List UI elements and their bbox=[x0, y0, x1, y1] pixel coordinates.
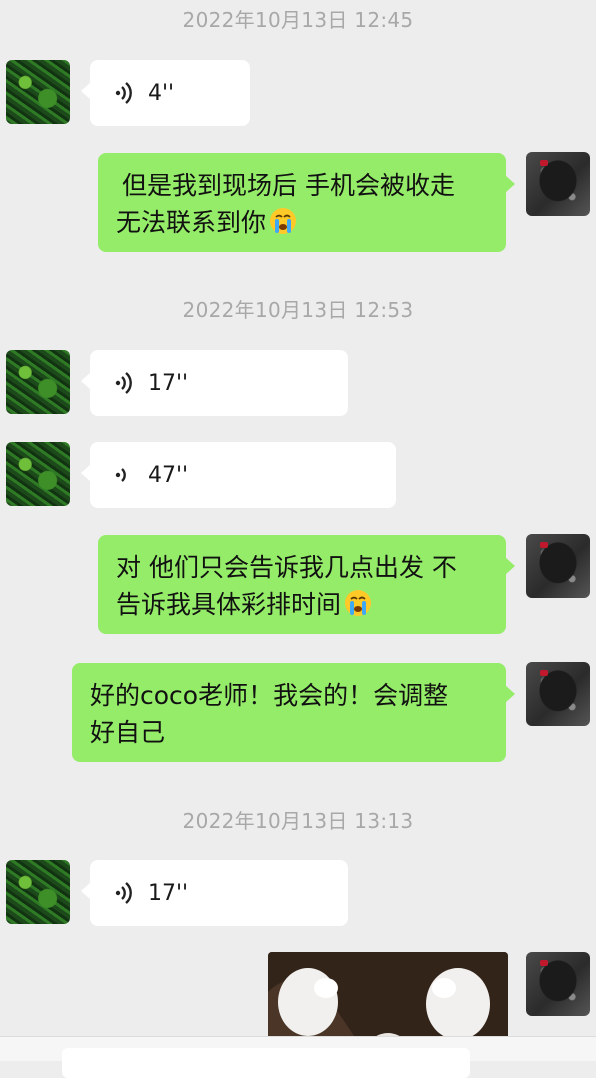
voice-message[interactable]: 47'' bbox=[81, 442, 396, 508]
message-line: 好的coco老师！我会的！会调整 bbox=[90, 681, 449, 710]
message-line: 好自己 bbox=[90, 718, 166, 747]
contact-avatar[interactable] bbox=[6, 60, 70, 124]
crying-face-icon bbox=[345, 590, 372, 616]
voice-message[interactable]: 17'' bbox=[81, 350, 348, 416]
message-line: 无法联系到你 bbox=[116, 208, 267, 237]
timestamp: 2022年10月13日 12:53 bbox=[182, 298, 414, 322]
voice-wave-icon bbox=[115, 372, 132, 394]
contact-avatar[interactable] bbox=[6, 442, 70, 506]
voice-message[interactable]: 4'' bbox=[81, 60, 250, 126]
contact-avatar[interactable] bbox=[6, 350, 70, 414]
my-avatar[interactable] bbox=[526, 952, 590, 1016]
voice-message[interactable]: 17'' bbox=[81, 860, 348, 926]
voice-duration: 17'' bbox=[148, 370, 189, 396]
timestamp: 2022年10月13日 12:45 bbox=[182, 8, 414, 32]
message-input[interactable] bbox=[62, 1048, 470, 1078]
voice-duration: 17'' bbox=[148, 880, 189, 906]
message-line: 但是我到现场后 手机会被收走 bbox=[122, 171, 455, 200]
voice-wave-icon bbox=[115, 82, 132, 104]
voice-wave-icon bbox=[115, 882, 132, 904]
voice-duration: 4'' bbox=[148, 80, 175, 106]
image-message[interactable] bbox=[268, 952, 508, 1042]
message-line: 对 他们只会告诉我几点出发 不 bbox=[116, 553, 457, 582]
my-avatar[interactable] bbox=[526, 152, 590, 216]
message-line: 告诉我具体彩排时间 bbox=[116, 590, 342, 619]
my-avatar[interactable] bbox=[526, 534, 590, 598]
text-message[interactable]: 好的coco老师！我会的！会调整 好自己 bbox=[72, 663, 515, 762]
my-avatar[interactable] bbox=[526, 662, 590, 726]
contact-avatar[interactable] bbox=[6, 860, 70, 924]
cat-paws-image bbox=[268, 952, 508, 1042]
text-message[interactable]: 但是我到现场后 手机会被收走 无法联系到你 bbox=[98, 153, 515, 252]
voice-wave-icon bbox=[115, 468, 126, 482]
voice-duration: 47'' bbox=[148, 462, 189, 488]
text-message[interactable]: 对 他们只会告诉我几点出发 不 告诉我具体彩排时间 bbox=[98, 535, 515, 634]
timestamp: 2022年10月13日 13:13 bbox=[182, 809, 414, 833]
crying-face-icon bbox=[270, 208, 297, 234]
